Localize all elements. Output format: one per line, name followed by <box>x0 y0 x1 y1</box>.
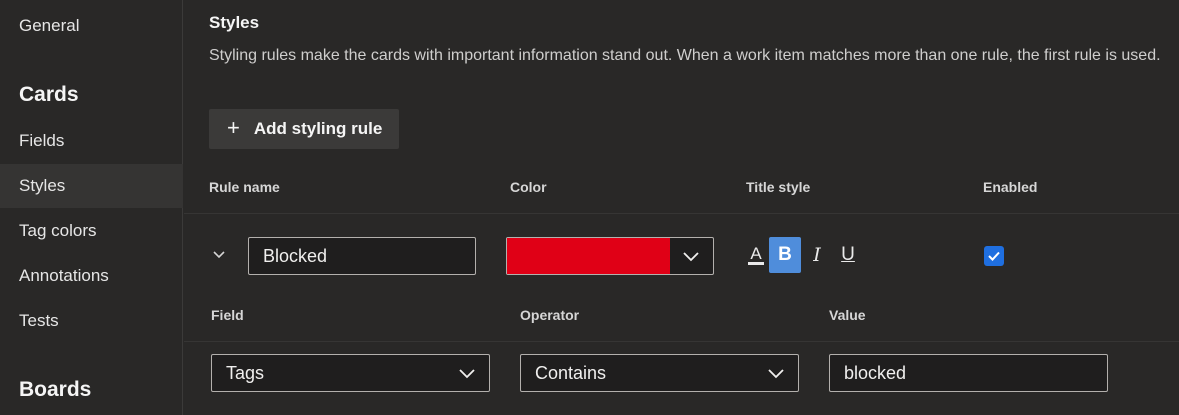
sidebar-item-tag-colors[interactable]: Tag colors <box>0 209 183 253</box>
color-picker[interactable] <box>506 237 714 275</box>
column-header-value: Value <box>829 307 866 323</box>
sidebar-heading-cards: Cards <box>19 83 79 106</box>
svg-text:A: A <box>750 244 762 263</box>
plus-icon: + <box>227 114 240 140</box>
add-styling-rule-button[interactable]: + Add styling rule <box>209 109 399 149</box>
chevron-down-icon <box>768 369 784 379</box>
column-header-title-style: Title style <box>746 179 811 195</box>
section-title: Styles <box>209 13 260 32</box>
sidebar-heading-boards: Boards <box>19 378 92 401</box>
value-input[interactable]: blocked <box>829 354 1108 392</box>
enabled-checkbox[interactable] <box>984 246 1004 266</box>
operator-select-value: Contains <box>535 362 607 383</box>
sidebar-item-label: Annotations <box>19 266 109 285</box>
sidebar-item-annotations[interactable]: Annotations <box>0 254 183 298</box>
column-header-operator: Operator <box>520 307 580 323</box>
sidebar-item-fields[interactable]: Fields <box>0 119 183 163</box>
divider <box>184 341 1179 342</box>
chevron-down-icon <box>683 252 699 262</box>
sidebar-item-general[interactable]: General <box>0 4 183 48</box>
rule-name-input[interactable]: Blocked <box>248 237 476 275</box>
sidebar-item-styles[interactable]: Styles <box>0 164 183 208</box>
column-header-color: Color <box>510 179 547 195</box>
divider <box>184 213 1179 214</box>
font-color-button[interactable]: A <box>740 237 772 273</box>
operator-select[interactable]: Contains <box>520 354 799 392</box>
underline-button[interactable]: U <box>832 237 864 273</box>
field-select-value: Tags <box>226 362 265 383</box>
sidebar-item-label: Styles <box>19 176 66 195</box>
color-swatch <box>507 238 670 274</box>
sidebar-item-label: Tag colors <box>19 221 97 240</box>
add-button-label: Add styling rule <box>253 119 383 138</box>
sidebar-item-tests[interactable]: Tests <box>0 299 183 343</box>
field-select[interactable]: Tags <box>211 354 490 392</box>
checkmark-icon <box>988 251 1000 261</box>
main-content: Styles Styling rules make the cards with… <box>184 0 1179 415</box>
bold-button[interactable]: B <box>769 237 801 273</box>
column-header-rule-name: Rule name <box>209 179 280 195</box>
sidebar: General Cards Fields Styles Tag colors A… <box>0 0 183 415</box>
section-description: Styling rules make the cards with import… <box>209 47 1161 64</box>
column-header-enabled: Enabled <box>983 179 1038 195</box>
chevron-down-icon <box>459 369 475 379</box>
font-color-icon: A <box>748 244 764 265</box>
sidebar-item-label: General <box>19 16 80 35</box>
sidebar-item-label: Tests <box>19 311 59 330</box>
sidebar-item-label: Fields <box>19 131 65 150</box>
italic-button[interactable]: I <box>801 237 833 273</box>
chevron-down-icon[interactable] <box>212 249 226 261</box>
column-header-field: Field <box>211 307 244 323</box>
